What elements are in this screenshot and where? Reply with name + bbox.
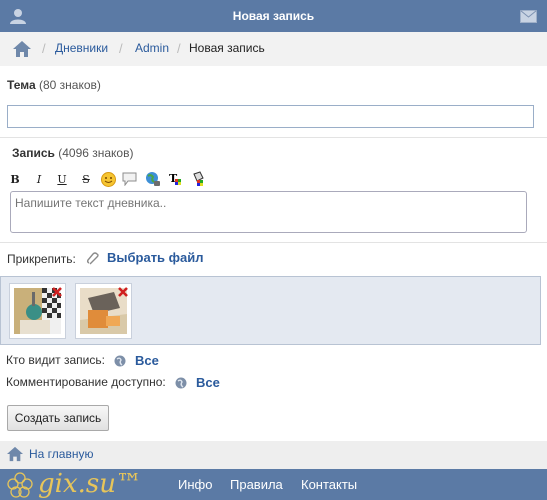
divider xyxy=(0,137,547,138)
footer-link-contacts[interactable]: Контакты xyxy=(301,477,357,492)
entry-label-text: Запись xyxy=(12,146,55,160)
home-icon[interactable] xyxy=(12,40,32,58)
globe-icon xyxy=(175,377,187,389)
paperclip-icon xyxy=(86,252,99,265)
comments-label: Комментирование доступно: xyxy=(6,375,166,389)
choose-file-link[interactable]: Выбрать файл xyxy=(107,250,204,265)
visibility-label: Кто видит запись: xyxy=(6,353,105,367)
smiley-icon[interactable] xyxy=(99,170,117,188)
topic-hint: (80 знаков) xyxy=(38,78,101,92)
topic-label-text: Тема xyxy=(7,78,36,92)
attached-files-panel xyxy=(0,276,541,345)
globe-icon xyxy=(114,355,126,367)
entry-hint: (4096 знаков) xyxy=(58,146,134,160)
topic-input[interactable] xyxy=(7,105,534,128)
logo-flower-icon xyxy=(7,472,33,498)
comments-value[interactable]: Все xyxy=(196,375,220,390)
home-link[interactable]: На главную xyxy=(29,447,93,461)
home-bar: На главную xyxy=(0,441,547,469)
footer: gix.su™ Инфо Правила Контакты xyxy=(0,469,547,500)
attached-file-thumbnail[interactable] xyxy=(9,283,66,339)
entry-label: Запись (4096 знаков) xyxy=(12,146,133,160)
remove-attachment-icon[interactable] xyxy=(117,286,129,298)
page-title: Новая запись xyxy=(232,9,315,23)
strikethrough-button[interactable]: S xyxy=(77,170,95,188)
breadcrumb-diaries-link[interactable]: Дневники xyxy=(55,41,108,55)
breadcrumb-current: Новая запись xyxy=(189,41,265,55)
topic-label: Тема (80 знаков) xyxy=(7,78,101,92)
link-globe-icon[interactable] xyxy=(144,170,162,188)
create-entry-button[interactable]: Создать запись xyxy=(7,405,109,431)
divider xyxy=(0,242,547,243)
visibility-value[interactable]: Все xyxy=(135,353,159,368)
entry-textarea[interactable] xyxy=(10,191,527,233)
footer-link-rules[interactable]: Правила xyxy=(230,477,283,492)
attach-label: Прикрепить: xyxy=(7,252,76,266)
text-color-icon[interactable]: T xyxy=(167,170,185,188)
bold-button[interactable]: B xyxy=(6,170,24,188)
italic-button[interactable]: I xyxy=(30,170,48,188)
remove-attachment-icon[interactable] xyxy=(51,286,63,298)
top-bar: Новая запись xyxy=(0,0,547,32)
mail-icon[interactable] xyxy=(520,10,537,23)
home-icon[interactable] xyxy=(6,446,24,462)
background-color-icon[interactable] xyxy=(190,170,208,188)
footer-link-info[interactable]: Инфо xyxy=(178,477,212,492)
breadcrumb-separator: / xyxy=(42,41,46,56)
attached-file-thumbnail[interactable] xyxy=(75,283,132,339)
quote-icon[interactable] xyxy=(120,170,138,188)
breadcrumb-separator: / xyxy=(119,41,123,56)
breadcrumb-separator: / xyxy=(177,41,181,56)
underline-button[interactable]: U xyxy=(53,170,71,188)
breadcrumb: / Дневники / Admin / Новая запись xyxy=(0,32,547,66)
breadcrumb-admin-link[interactable]: Admin xyxy=(135,41,169,55)
site-logo[interactable]: gix.su™ xyxy=(38,469,142,499)
